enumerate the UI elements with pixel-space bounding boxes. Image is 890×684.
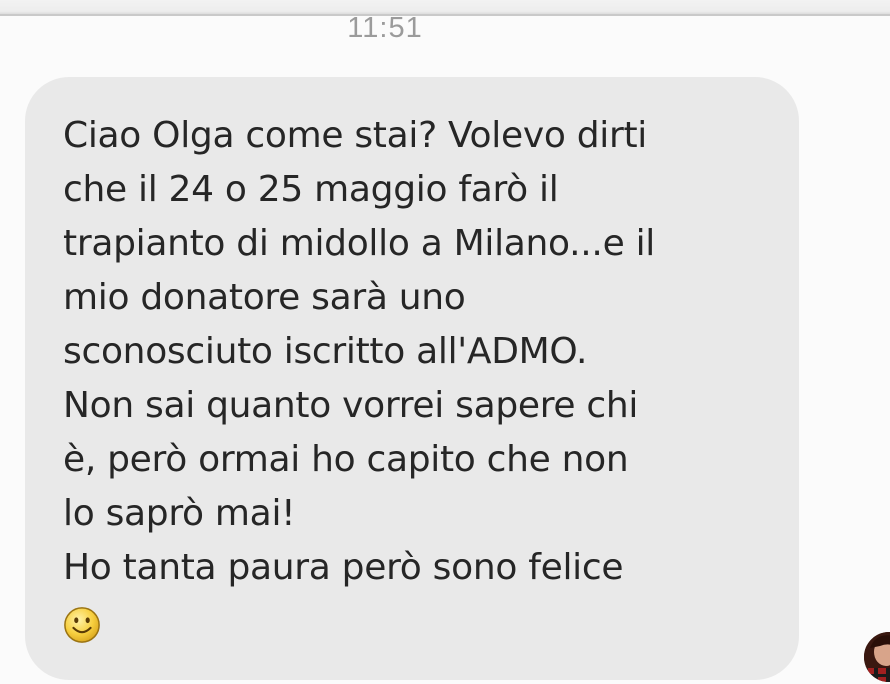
message-bubble[interactable]: Ciao Olga come stai? Volevo dirti che il… <box>25 77 799 680</box>
smiling-face-icon <box>64 607 100 643</box>
sender-avatar[interactable] <box>864 632 890 682</box>
message-text: Ciao Olga come stai? Volevo dirti che il… <box>63 115 655 588</box>
message-timestamp: 11:51 <box>347 12 423 44</box>
